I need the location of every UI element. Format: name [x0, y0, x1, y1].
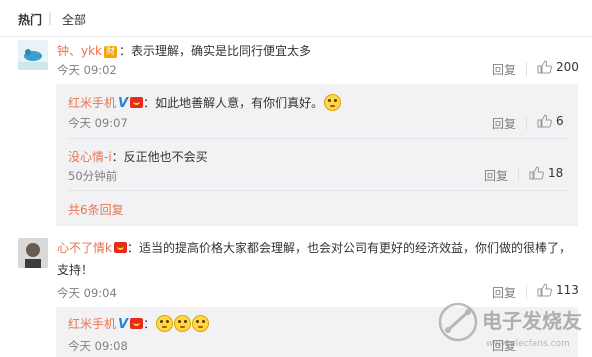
thumb-up-icon — [537, 283, 552, 297]
reply-author[interactable]: 没心情-i — [68, 150, 112, 164]
watermark-url: www.elecfans.com — [486, 339, 570, 349]
reply-divider — [68, 138, 568, 139]
like-button[interactable]: 113 — [537, 283, 579, 297]
watermark-logo: 电子发烧友 www.elecfans.com — [436, 296, 586, 352]
like-button[interactable]: 6 — [537, 114, 564, 128]
red-envelope-badge-icon — [130, 97, 144, 108]
reply-body: 红米手机 V ： — [68, 315, 210, 332]
avatar-image-icon — [18, 238, 48, 268]
thumb-up-icon — [537, 114, 552, 128]
like-count: 6 — [556, 114, 564, 128]
comment-body: 钟、ykk 财：表示理解，确实是比同行便宜太多 — [57, 42, 311, 59]
avatar-image-icon — [18, 40, 48, 70]
comment-time: 今天 09:02 — [57, 63, 117, 77]
reply-text: ：如此地善解人意，有你们真好。 — [143, 96, 324, 110]
comment-time: 今天 09:04 — [57, 286, 117, 300]
tab-all[interactable]: 全部 — [62, 11, 86, 28]
smile-emoji-icon — [156, 315, 174, 332]
reply-button[interactable]: 回复 — [492, 61, 516, 78]
thumb-up-icon — [529, 166, 544, 180]
thumb-up-icon — [537, 60, 552, 74]
comment-text: ：适当的提高价格大家都会理解，也会对公司有更好的经济效益，你们做的很棒了， — [126, 241, 571, 255]
reply-text: ：反正他也不会买 — [111, 150, 208, 164]
reply-text: ： — [143, 317, 156, 331]
reply-body: 红米手机 V ：如此地善解人意，有你们真好。 — [68, 94, 342, 111]
sub-replies: 红米手机 V ：如此地善解人意，有你们真好。 今天 09:07 回复 6 没心情-i… — [56, 84, 578, 226]
elecfans-logo-icon: 电子发烧友 www.elecfans.com — [438, 302, 582, 349]
reply-button[interactable]: 回复 — [492, 115, 516, 132]
reply-time: 50分钟前 — [68, 169, 118, 183]
smile-emoji-icon — [174, 315, 192, 332]
tab-hot[interactable]: 热门 — [18, 11, 42, 28]
comment-tabs: 热门 | 全部 — [0, 0, 592, 37]
avatar[interactable] — [18, 238, 48, 268]
smile-emoji-icon — [192, 315, 210, 332]
reply-body: 没心情-i：反正他也不会买 — [68, 148, 208, 165]
comment-text: ：表示理解，确实是比同行便宜太多 — [119, 44, 312, 58]
action-divider — [526, 116, 527, 130]
reply-author[interactable]: 红米手机 — [68, 317, 116, 331]
reply-button[interactable]: 回复 — [484, 167, 508, 184]
like-count: 200 — [556, 60, 579, 74]
reply-time: 今天 09:07 — [68, 116, 128, 130]
verified-v-icon: V — [118, 317, 129, 332]
reply-author[interactable]: 红米手机 — [68, 96, 116, 110]
like-button[interactable]: 200 — [537, 60, 579, 74]
reply-divider — [68, 190, 568, 191]
tab-separator: | — [48, 11, 53, 25]
like-count: 113 — [556, 283, 579, 297]
comment-text-continued: 支持！ — [57, 263, 94, 277]
watermark-text: 电子发烧友 — [482, 309, 582, 333]
reply-time: 今天 09:08 — [68, 339, 128, 353]
wealth-badge-icon: 财 — [104, 46, 118, 58]
action-divider — [518, 168, 519, 182]
like-count: 18 — [548, 166, 564, 180]
comment-author[interactable]: 心不了情k — [57, 241, 112, 255]
action-divider — [526, 62, 527, 76]
comment-body: 心不了情k ：适当的提高价格大家都会理解，也会对公司有更好的经济效益，你们做的很棒… — [57, 239, 571, 256]
avatar[interactable] — [18, 40, 48, 70]
red-envelope-badge-icon — [113, 242, 127, 253]
comment-author[interactable]: 钟、ykk — [57, 44, 102, 58]
verified-v-icon: V — [118, 96, 129, 111]
more-replies-link[interactable]: 共6条回复 — [68, 201, 124, 218]
smile-emoji-icon — [324, 94, 342, 111]
red-envelope-badge-icon — [130, 318, 144, 329]
like-button[interactable]: 18 — [529, 166, 563, 180]
